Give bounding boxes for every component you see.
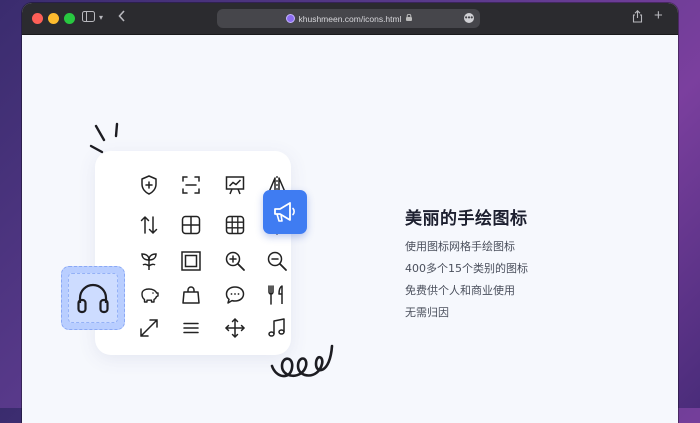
expand-icon xyxy=(137,316,161,340)
hero-line-1: 使用图标网格手绘图标 xyxy=(405,240,515,253)
scan-icon xyxy=(179,173,203,197)
headphones-frame xyxy=(68,273,118,323)
megaphone-badge xyxy=(263,190,307,234)
grid-2x2-icon xyxy=(179,213,203,237)
piggy-bank-icon xyxy=(137,283,161,307)
hero-title: 美丽的手绘图标 xyxy=(405,209,528,229)
zoom-in-icon xyxy=(223,249,247,273)
chart-board-icon xyxy=(223,173,247,197)
hero-line-2: 400多个15个类别的图标 xyxy=(405,262,528,275)
minimize-window-button[interactable] xyxy=(48,13,59,24)
hero-text: 美丽的手绘图标 使用图标网格手绘图标 400多个15个类别的图标 免费供个人和商… xyxy=(405,204,528,320)
menu-lines-icon xyxy=(179,316,203,340)
lock-icon xyxy=(405,13,412,23)
back-button[interactable] xyxy=(118,10,126,26)
page-menu-icon[interactable]: ••• xyxy=(464,13,474,23)
address-url: khushmeen.com/icons.html xyxy=(298,13,402,24)
hero-line-4: 无需归因 xyxy=(405,306,449,319)
sidebar-toggle-icon[interactable] xyxy=(82,10,95,26)
move-icon xyxy=(223,316,247,340)
chevron-down-icon[interactable]: ▾ xyxy=(99,10,103,26)
grid-3x3-icon xyxy=(223,213,247,237)
sort-arrows-icon xyxy=(137,213,161,237)
headphones-badge xyxy=(61,266,125,330)
close-window-button[interactable] xyxy=(32,13,43,24)
shopping-bag-icon xyxy=(179,283,203,307)
frame-icon xyxy=(179,249,203,273)
share-icon[interactable] xyxy=(632,10,643,27)
zoom-out-icon xyxy=(265,249,289,273)
address-bar[interactable]: khushmeen.com/icons.html ••• xyxy=(217,9,480,28)
headphones-icon xyxy=(77,283,109,314)
cutlery-icon xyxy=(265,283,289,307)
hero-line-3: 免费供个人和商业使用 xyxy=(405,284,515,297)
shield-plus-icon xyxy=(137,173,161,197)
zoom-window-button[interactable] xyxy=(64,13,75,24)
browser-toolbar: ▾ khushmeen.com/icons.html ••• + xyxy=(22,3,678,35)
music-note-icon xyxy=(265,316,289,340)
plant-icon xyxy=(137,249,161,273)
new-tab-icon[interactable]: + xyxy=(654,8,663,24)
megaphone-icon xyxy=(274,202,295,222)
chat-bubble-icon xyxy=(223,283,247,307)
site-favicon-icon xyxy=(285,14,295,23)
